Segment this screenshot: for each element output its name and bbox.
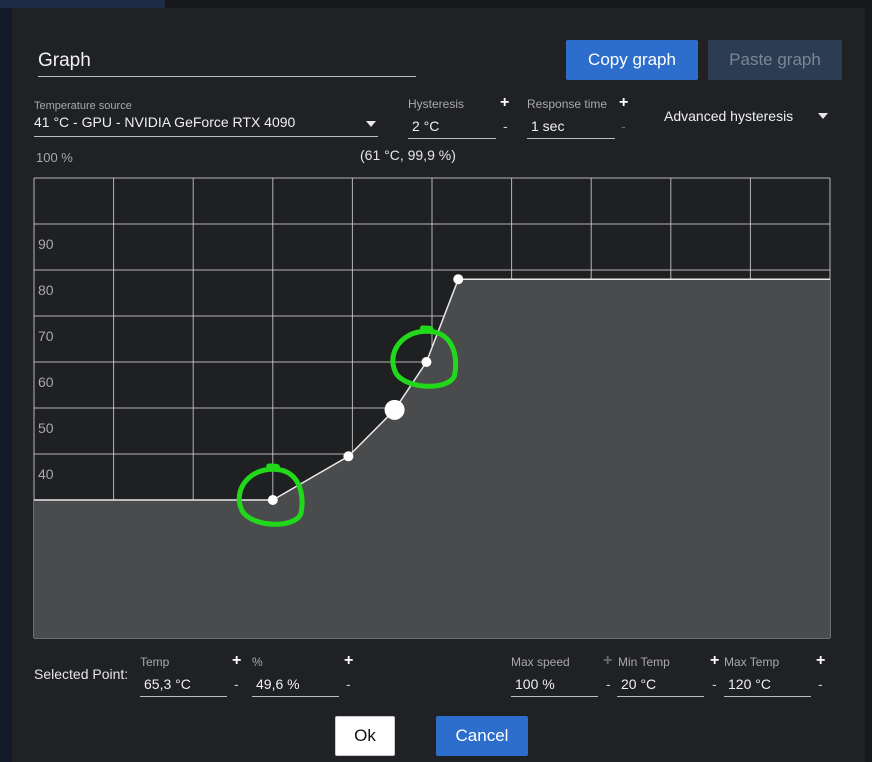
response-time-plus-button[interactable]: + [619,94,628,112]
y-tick-label: 90 [38,236,54,252]
percent-value: 49,6 % [256,676,300,692]
cancel-button[interactable]: Cancel [436,716,528,756]
y-axis-top-label: 100 % [36,150,73,165]
graph-title-field[interactable]: Graph [38,46,416,77]
temp-input[interactable]: 65,3 °C [140,672,227,697]
max-speed-value: 100 % [515,676,555,692]
background-strip [0,0,12,762]
paste-graph-button[interactable]: Paste graph [708,40,842,80]
temp-label: Temp [140,655,170,669]
graph-dialog: Graph Copy graph Paste graph Temperature… [12,8,865,762]
min-temp-label: Min Temp [618,655,670,669]
dropdown-caret-icon [366,121,376,127]
temp-value: 65,3 °C [144,676,191,692]
min-temp-input[interactable]: 20 °C [617,672,704,697]
hover-readout: (61 °C, 99,9 %) [360,147,456,163]
y-tick-label: 80 [38,282,54,298]
hysteresis-label: Hysteresis [408,97,465,111]
control-point[interactable] [453,274,464,285]
y-tick-label: 70 [38,328,54,344]
temp-minus-button[interactable]: - [234,676,239,692]
max-temp-value: 120 °C [728,676,771,692]
response-time-value: 1 sec [531,118,565,134]
background-accent [0,0,165,8]
response-time-minus-button[interactable]: - [621,118,626,134]
hysteresis-minus-button[interactable]: - [503,118,508,134]
min-temp-plus-button[interactable]: + [710,652,719,670]
hysteresis-input[interactable]: 2 °C [408,114,496,139]
y-tick-label: 60 [38,374,54,390]
response-time-label: Response time [527,97,608,111]
control-point[interactable] [267,495,278,505]
temperature-source-label: Temperature source [34,100,132,112]
temperature-source-value: 41 °C - GPU - NVIDIA GeForce RTX 4090 [34,114,296,130]
min-temp-value: 20 °C [621,676,657,692]
selected-point-label: Selected Point: [34,666,129,682]
max-temp-minus-button[interactable]: - [818,676,823,692]
min-temp-minus-button[interactable]: - [712,676,717,692]
hysteresis-plus-button[interactable]: + [500,94,509,112]
max-temp-plus-button[interactable]: + [816,652,825,670]
control-point[interactable] [343,451,354,462]
hysteresis-value: 2 °C [412,118,440,134]
max-speed-label: Max speed [511,655,570,669]
y-tick-label: 50 [38,420,54,436]
response-time-input[interactable]: 1 sec [527,114,615,139]
temp-plus-button[interactable]: + [232,652,241,670]
selected-control-point[interactable] [384,399,405,420]
percent-input[interactable]: 49,6 % [252,672,339,697]
max-speed-minus-button[interactable]: - [606,676,611,692]
y-tick-label: 40 [38,466,54,482]
chevron-down-icon [818,113,828,119]
percent-label: % [252,655,263,669]
advanced-hysteresis-label: Advanced hysteresis [664,108,794,124]
ok-button[interactable]: Ok [335,716,395,756]
control-point[interactable] [421,357,432,367]
copy-graph-button[interactable]: Copy graph [566,40,698,80]
temperature-source-select[interactable]: 41 °C - GPU - NVIDIA GeForce RTX 4090 [34,112,378,137]
max-speed-input[interactable]: 100 % [511,672,598,697]
max-temp-input[interactable]: 120 °C [724,672,811,697]
advanced-hysteresis-toggle[interactable]: Advanced hysteresis [664,106,834,126]
percent-plus-button[interactable]: + [344,652,353,670]
max-speed-plus-button[interactable]: + [603,652,612,670]
max-temp-label: Max Temp [724,655,780,669]
percent-minus-button[interactable]: - [346,676,351,692]
fan-curve-chart[interactable]: 908070605040302010030405060708090100110 … [32,170,832,640]
